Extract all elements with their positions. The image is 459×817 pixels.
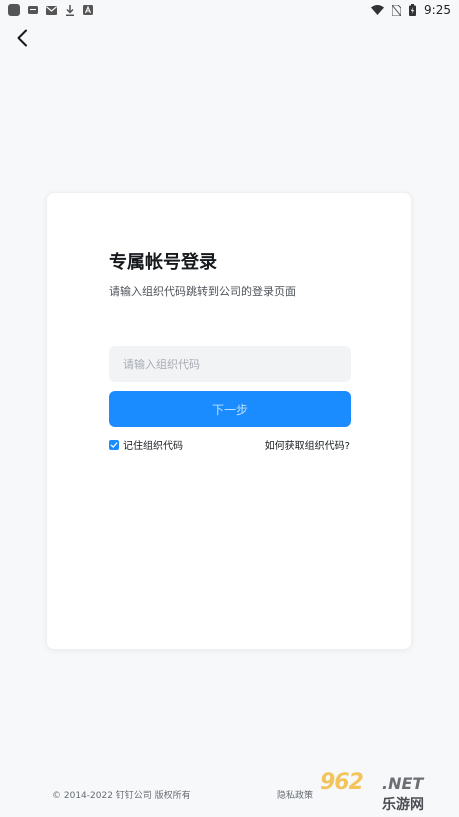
message-icon — [28, 5, 38, 15]
watermark-name: 乐游网 — [382, 797, 424, 813]
chevron-left-icon — [17, 29, 27, 47]
no-sim-icon — [392, 4, 402, 16]
download-icon — [65, 4, 75, 16]
copyright-text: © 2014-2022 钉钉公司 版权所有 — [52, 791, 191, 801]
next-button[interactable]: 下一步 — [109, 391, 351, 427]
org-code-input[interactable] — [109, 346, 351, 382]
page-subtitle: 请输入组织代码跳转到公司的登录页面 — [109, 285, 296, 298]
check-icon — [110, 441, 118, 448]
status-bar-right: 9:25 — [371, 3, 451, 17]
page-title: 专属帐号登录 — [109, 252, 217, 273]
remember-checkbox[interactable] — [109, 439, 119, 450]
watermark-number: 962 — [320, 770, 364, 795]
app-notification-icon — [8, 4, 20, 16]
status-bar: 9:25 — [0, 0, 459, 20]
watermark-domain: .NET — [382, 774, 424, 793]
back-button[interactable] — [10, 26, 34, 50]
how-to-get-org-code-link[interactable]: 如何获取组织代码? — [265, 437, 350, 452]
status-time: 9:25 — [424, 3, 451, 17]
wifi-icon — [371, 5, 385, 15]
status-bar-left — [8, 4, 93, 16]
text-app-icon — [83, 5, 93, 15]
login-card: 专属帐号登录 请输入组织代码跳转到公司的登录页面 下一步 记住组织代码 如何获取… — [46, 192, 412, 650]
battery-icon — [409, 4, 417, 16]
privacy-policy-link[interactable]: 隐私政策 — [277, 788, 313, 801]
mail-icon — [46, 5, 57, 15]
remember-label: 记住组织代码 — [123, 441, 183, 452]
watermark-logo: 962 .NET 乐游网 — [320, 770, 456, 814]
remember-org-code-toggle[interactable]: 记住组织代码 — [109, 437, 183, 452]
